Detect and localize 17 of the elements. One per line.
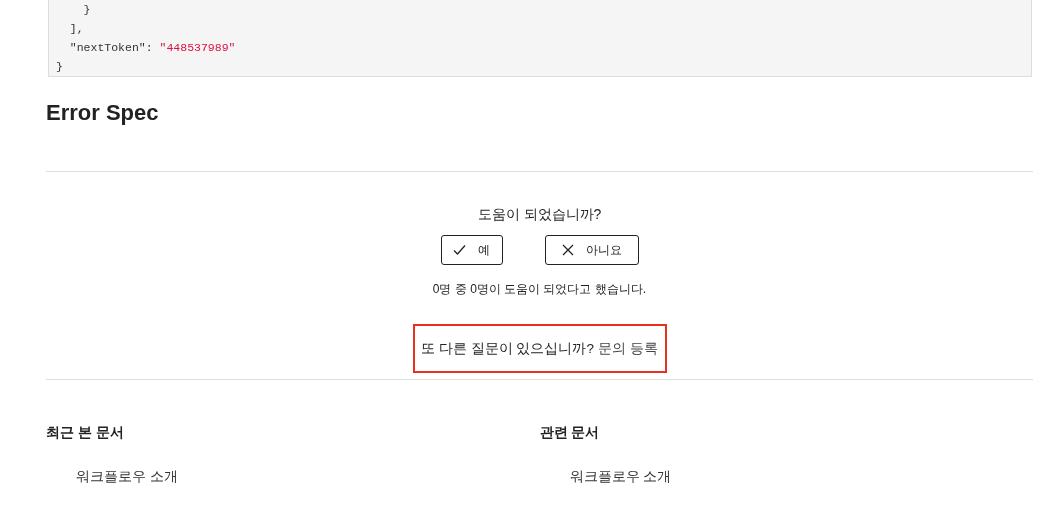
inquiry-link[interactable]: 문의 등록	[598, 339, 658, 358]
document-link[interactable]: 워크플로우 소개	[76, 466, 178, 486]
code-line: "nextToken": "448537989"	[68, 40, 236, 56]
code-line: }	[56, 59, 63, 75]
code-line: ],	[68, 21, 84, 37]
yes-button[interactable]: 예	[440, 235, 503, 265]
close-icon	[561, 244, 574, 256]
check-icon	[453, 244, 466, 256]
no-button[interactable]: 아니요	[544, 235, 639, 265]
more-question-text: 또 다른 질문이 있으십니까?	[421, 339, 594, 358]
code-line: }	[82, 2, 91, 18]
feedback-question: 도움이 되었습니까?	[477, 205, 602, 224]
column-heading: 관련 문서	[539, 423, 601, 442]
section-heading: Error Spec	[46, 99, 160, 127]
column-heading: 최근 본 문서	[46, 423, 125, 442]
feedback-stats: 0명 중 0명이 도움이 되었다고 했습니다.	[432, 281, 647, 298]
document-link[interactable]: 워크플로우 소개	[569, 466, 672, 486]
